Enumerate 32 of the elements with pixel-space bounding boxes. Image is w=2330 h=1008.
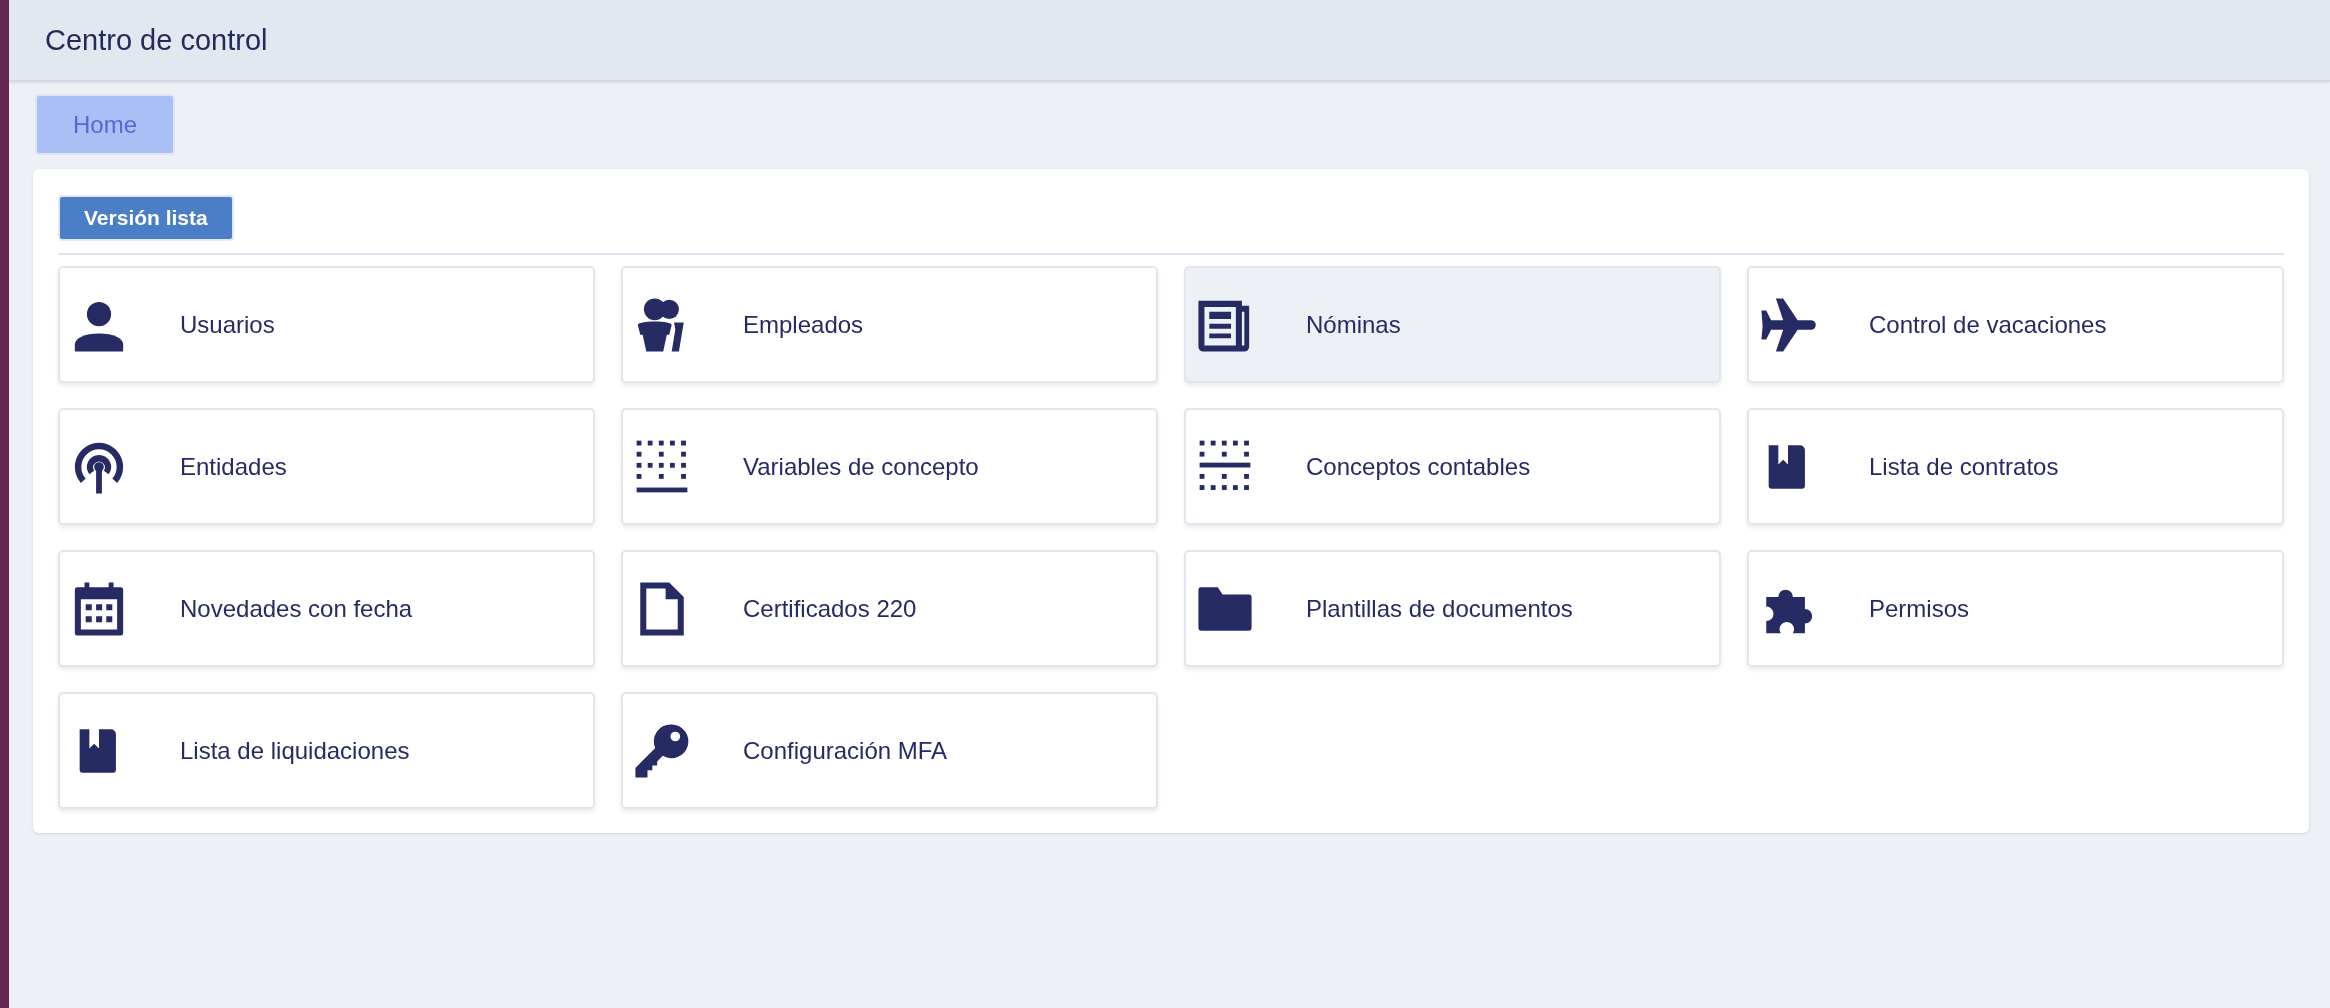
card-label: Entidades (180, 452, 287, 481)
card-label: Usuarios (180, 310, 275, 339)
menu-card[interactable]: Configuración MFA (621, 692, 1158, 809)
card-label: Plantillas de documentos (1306, 594, 1573, 623)
menu-card[interactable]: Lista de liquidaciones (58, 692, 595, 809)
page-title: Centro de control (45, 23, 268, 57)
card-label: Certificados 220 (743, 594, 917, 623)
card-label: Nóminas (1306, 310, 1401, 339)
card-label: Novedades con fecha (180, 594, 413, 623)
menu-card[interactable]: Entidades (58, 408, 595, 525)
card-label: Permisos (1869, 594, 1970, 623)
menu-card[interactable]: Variables de concepto (621, 408, 1158, 525)
card-label: Variables de concepto (743, 452, 979, 481)
menu-card[interactable]: Control de vacaciones (1747, 266, 2284, 383)
menu-card[interactable]: Usuarios (58, 266, 595, 383)
menu-card[interactable]: Permisos (1747, 550, 2284, 667)
menu-card[interactable]: Conceptos contables (1184, 408, 1721, 525)
airplane-icon (1759, 295, 1817, 354)
card-label: Control de vacaciones (1869, 310, 2107, 339)
menu-card[interactable]: Novedades con fecha (58, 550, 595, 667)
menu-card[interactable]: Empleados (621, 266, 1158, 383)
menu-card[interactable]: Certificados 220 (621, 550, 1158, 667)
menu-card[interactable]: Plantillas de documentos (1184, 550, 1721, 667)
list-version-button[interactable]: Versión lista (58, 195, 234, 241)
card-label: Lista de contratos (1869, 452, 2059, 481)
card-label: Empleados (743, 310, 864, 339)
card-label: Configuración MFA (743, 736, 948, 765)
menu-card[interactable]: Lista de contratos (1747, 408, 2284, 525)
card-label: Lista de liquidaciones (180, 736, 410, 765)
card-label: Conceptos contables (1306, 452, 1531, 481)
key-icon (633, 721, 691, 780)
menu-card[interactable]: Nóminas (1184, 266, 1721, 383)
